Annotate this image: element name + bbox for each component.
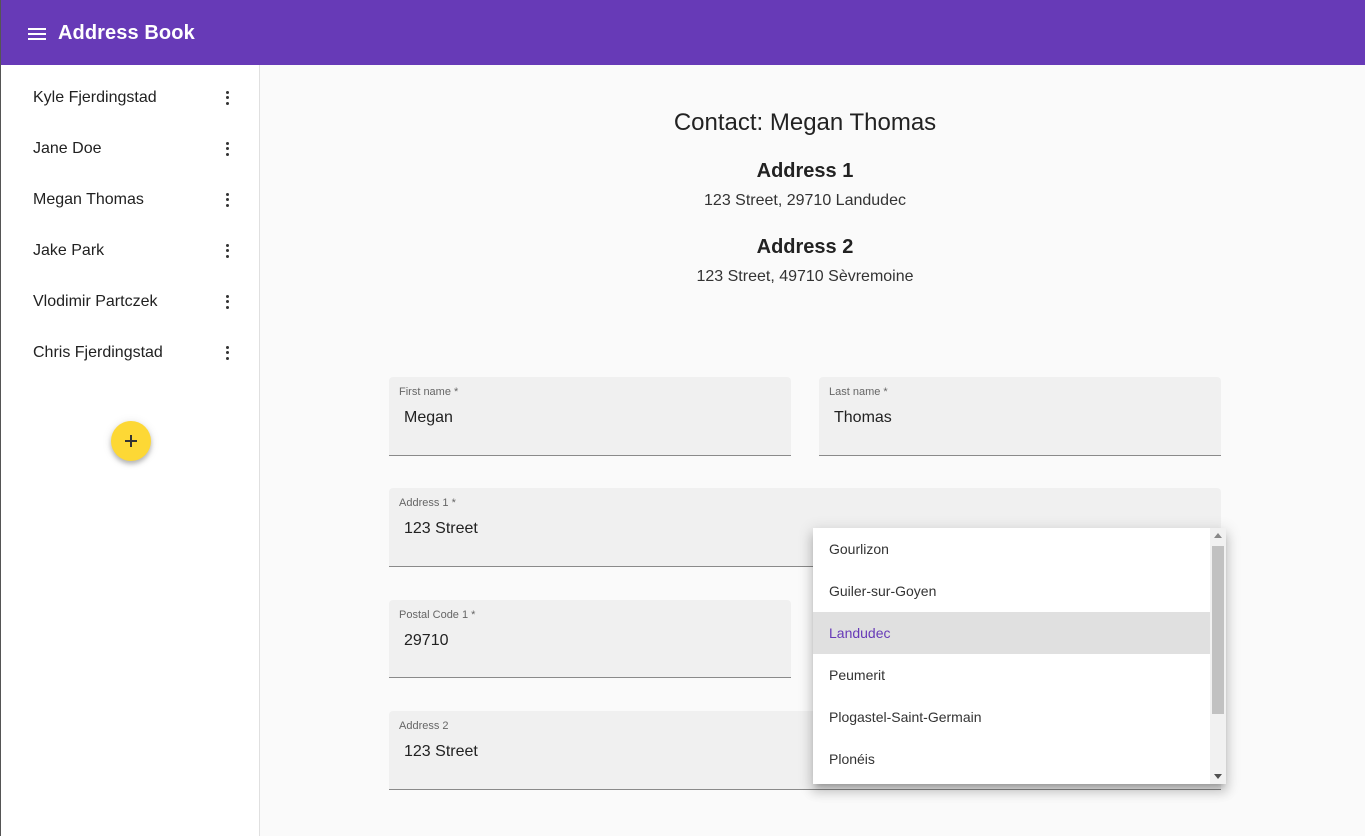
contact-name: Vlodimir Partczek — [33, 292, 158, 310]
scroll-thumb[interactable] — [1212, 546, 1224, 714]
last-name-input[interactable] — [834, 409, 1206, 427]
city-option-guiler-sur-goyen[interactable]: Guiler-sur-Goyen — [813, 570, 1210, 612]
address1-summary: 123 Street, 29710 Landudec — [704, 192, 906, 209]
last-name-field[interactable]: Last name * — [819, 377, 1221, 456]
contact-title: Contact: Megan Thomas — [673, 109, 937, 136]
contact-item-megan-thomas[interactable]: Megan Thomas — [1, 174, 259, 225]
first-name-label: First name * — [399, 386, 459, 398]
more-vert-icon[interactable] — [220, 190, 236, 210]
city-option-ploneis[interactable]: Plonéis — [813, 738, 1210, 780]
menu-icon[interactable] — [27, 26, 47, 42]
city-option-peumerit[interactable]: Peumerit — [813, 654, 1210, 696]
address1-label: Address 1 * — [399, 497, 456, 509]
more-vert-icon[interactable] — [220, 241, 236, 261]
city-option-gourlizon[interactable]: Gourlizon — [813, 528, 1210, 570]
contact-name: Megan Thomas — [33, 190, 144, 208]
scroll-up-arrow-icon[interactable] — [1214, 533, 1222, 538]
app-title: Address Book — [58, 22, 195, 44]
contact-name: Jake Park — [33, 241, 105, 259]
contact-item-kyle-fjerdingstad[interactable]: Kyle Fjerdingstad — [1, 72, 259, 123]
contact-item-chris-fjerdingstad[interactable]: Chris Fjerdingstad — [1, 327, 259, 378]
contact-name: Chris Fjerdingstad — [33, 343, 163, 361]
contact-item-vlodimir-partczek[interactable]: Vlodimir Partczek — [1, 276, 259, 327]
city-option-landudec[interactable]: Landudec — [813, 612, 1210, 654]
city-dropdown-panel: Gourlizon Guiler-sur-Goyen Landudec Peum… — [813, 528, 1226, 784]
more-vert-icon[interactable] — [220, 139, 236, 159]
contact-item-jane-doe[interactable]: Jane Doe — [1, 123, 259, 174]
postal-code1-label: Postal Code 1 * — [399, 609, 476, 621]
dropdown-scrollbar[interactable] — [1210, 528, 1226, 784]
last-name-label: Last name * — [829, 386, 888, 398]
more-vert-icon[interactable] — [220, 343, 236, 363]
contact-name: Kyle Fjerdingstad — [33, 88, 157, 106]
postal-code1-input[interactable] — [404, 632, 776, 650]
first-name-field[interactable]: First name * — [389, 377, 791, 456]
address1-heading: Address 1 — [756, 160, 854, 182]
top-toolbar: Address Book — [0, 0, 1365, 65]
address2-summary: 123 Street, 49710 Sèvremoine — [696, 268, 914, 285]
scroll-down-arrow-icon[interactable] — [1214, 774, 1222, 779]
city-option-plogastel-saint-germain[interactable]: Plogastel-Saint-Germain — [813, 696, 1210, 738]
contact-item-jake-park[interactable]: Jake Park — [1, 225, 259, 276]
more-vert-icon[interactable] — [220, 292, 236, 312]
add-contact-button[interactable] — [111, 421, 151, 461]
first-name-input[interactable] — [404, 409, 776, 427]
contacts-sidebar: Kyle Fjerdingstad Jane Doe Megan Thomas … — [0, 65, 260, 836]
more-vert-icon[interactable] — [220, 88, 236, 108]
address2-label: Address 2 — [399, 720, 449, 732]
address2-heading: Address 2 — [756, 236, 854, 258]
postal-code1-field[interactable]: Postal Code 1 * — [389, 600, 791, 678]
contact-name: Jane Doe — [33, 139, 102, 157]
